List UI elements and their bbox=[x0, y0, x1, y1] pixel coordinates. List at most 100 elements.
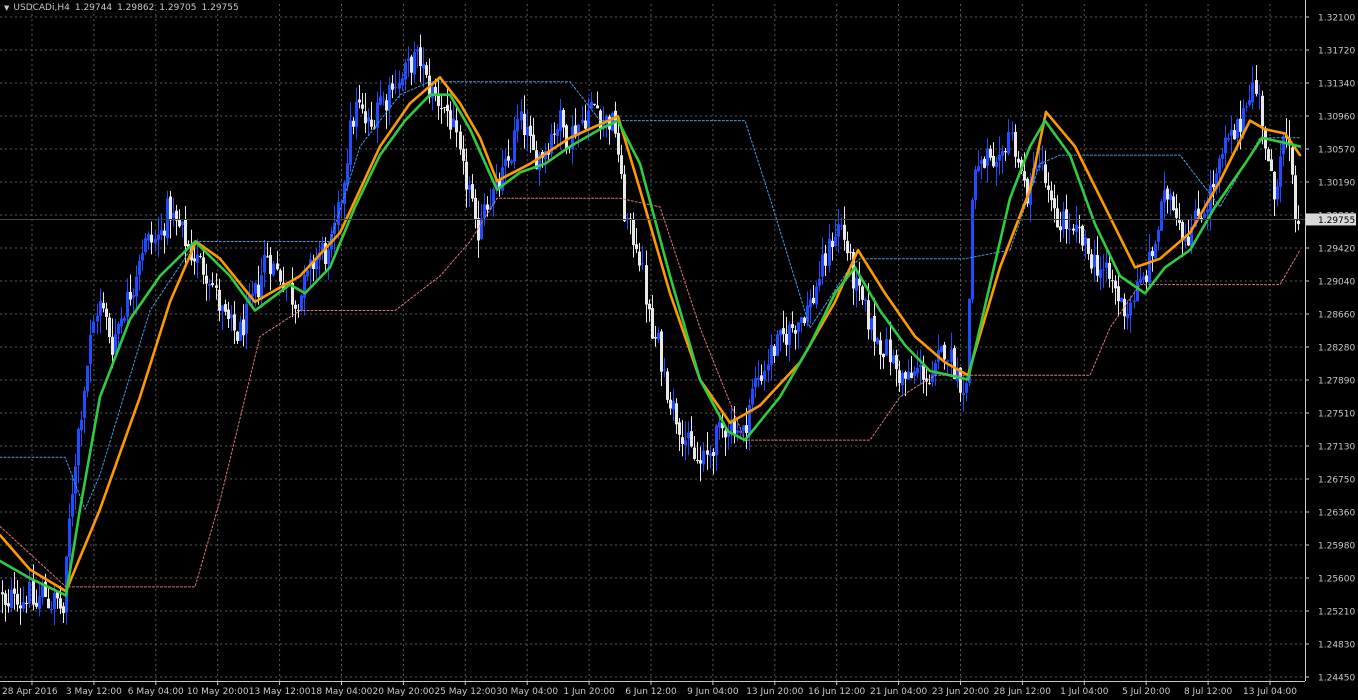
bull-candle bbox=[1133, 300, 1136, 303]
bear-candle bbox=[227, 309, 230, 320]
bear-candle bbox=[257, 284, 260, 298]
bull-candle bbox=[684, 440, 687, 446]
bear-candle bbox=[696, 460, 699, 462]
bull-candle bbox=[263, 254, 266, 273]
bull-candle bbox=[1011, 132, 1014, 134]
bull-candle bbox=[763, 370, 766, 380]
bear-candle bbox=[584, 120, 587, 129]
bull-candle bbox=[74, 466, 77, 494]
time-tick-label: 16 Jun 12:00 bbox=[808, 687, 865, 697]
bull-candle bbox=[382, 98, 385, 100]
price-tick-label: 1.24830 bbox=[1318, 641, 1355, 651]
bear-candle bbox=[678, 422, 681, 435]
bull-candle bbox=[53, 592, 56, 610]
bear-candle bbox=[184, 219, 187, 247]
bear-candle bbox=[1081, 225, 1084, 246]
bear-candle bbox=[773, 346, 776, 356]
bull-candle bbox=[114, 334, 117, 354]
bear-candle bbox=[882, 353, 885, 358]
price-chart[interactable]: 1.32100 1.31720 1.31340 1.30960 1.30570 1.301… bbox=[0, 0, 1358, 700]
bull-candle bbox=[1282, 136, 1285, 155]
bear-candle bbox=[1117, 286, 1120, 302]
bear-candle bbox=[236, 331, 239, 341]
bear-candle bbox=[443, 107, 446, 109]
bear-candle bbox=[102, 303, 105, 309]
bull-candle bbox=[306, 270, 309, 277]
price-tick-label: 1.28280 bbox=[1318, 344, 1355, 354]
bear-candle bbox=[1178, 219, 1181, 223]
bear-candle bbox=[352, 120, 355, 127]
bear-candle bbox=[364, 111, 367, 124]
bear-candle bbox=[105, 308, 108, 317]
bull-candle bbox=[718, 422, 721, 428]
bear-candle bbox=[434, 86, 437, 94]
bull-candle bbox=[92, 321, 95, 333]
bear-candle bbox=[449, 110, 452, 130]
bull-candle bbox=[22, 602, 25, 609]
bull-candle bbox=[520, 111, 523, 121]
bear-candle bbox=[904, 372, 907, 379]
bull-candle bbox=[452, 118, 455, 128]
bear-candle bbox=[532, 134, 535, 151]
bull-candle bbox=[422, 64, 425, 69]
bear-candle bbox=[1175, 208, 1178, 218]
bear-candle bbox=[279, 270, 282, 282]
bull-candle bbox=[239, 322, 242, 341]
bear-candle bbox=[294, 304, 297, 309]
bull-candle bbox=[950, 349, 953, 362]
bull-candle bbox=[272, 263, 275, 276]
bear-candle bbox=[169, 196, 172, 221]
bull-candle bbox=[513, 130, 516, 162]
bear-candle bbox=[7, 603, 10, 607]
bear-candle bbox=[654, 337, 657, 339]
bear-candle bbox=[25, 602, 28, 604]
bear-candle bbox=[645, 265, 648, 305]
bull-candle bbox=[800, 317, 803, 323]
bear-candle bbox=[370, 119, 373, 127]
price-tick-label: 1.30570 bbox=[1318, 146, 1355, 156]
bear-candle bbox=[910, 372, 913, 379]
bear-candle bbox=[898, 370, 901, 384]
bull-candle bbox=[971, 199, 974, 300]
bull-candle bbox=[1142, 276, 1145, 280]
bull-candle bbox=[641, 263, 644, 265]
bull-candle bbox=[132, 295, 135, 298]
bull-candle bbox=[1075, 224, 1078, 233]
bear-candle bbox=[385, 100, 388, 111]
bull-candle bbox=[407, 58, 410, 61]
bull-candle bbox=[1099, 269, 1102, 278]
bull-candle bbox=[77, 428, 80, 466]
bull-candle bbox=[367, 117, 370, 122]
bull-candle bbox=[770, 345, 773, 365]
bear-candle bbox=[712, 452, 715, 456]
bull-candle bbox=[138, 260, 141, 276]
bear-candle bbox=[19, 605, 22, 609]
bull-candle bbox=[998, 154, 1001, 161]
bear-candle bbox=[202, 257, 205, 275]
bull-candle bbox=[1139, 279, 1142, 283]
bull-candle bbox=[28, 581, 31, 604]
bear-candle bbox=[1297, 220, 1300, 224]
bull-candle bbox=[1221, 153, 1224, 159]
bull-candle bbox=[809, 299, 812, 308]
bear-candle bbox=[861, 286, 864, 300]
bull-candle bbox=[83, 390, 86, 418]
bear-candle bbox=[1017, 158, 1020, 163]
time-tick-label: 6 May 04:00 bbox=[128, 687, 184, 697]
bear-candle bbox=[437, 94, 440, 107]
chart-window[interactable]: ▼ USDCADi,H4 1.29744 1.29862 1.29705 1.29755 … bbox=[0, 0, 1358, 700]
bear-candle bbox=[791, 324, 794, 328]
bull-candle bbox=[404, 62, 407, 80]
bear-candle bbox=[1056, 208, 1059, 228]
bear-candle bbox=[1212, 183, 1215, 188]
bear-candle bbox=[1, 592, 4, 595]
bear-candle bbox=[471, 184, 474, 199]
bear-candle bbox=[455, 120, 458, 133]
bull-candle bbox=[160, 230, 163, 236]
price-tick-label: 1.27890 bbox=[1318, 377, 1355, 387]
time-tick-label: 18 May 04:00 bbox=[311, 687, 373, 697]
bull-candle bbox=[71, 493, 74, 517]
bull-candle bbox=[1163, 190, 1166, 203]
bull-candle bbox=[99, 301, 102, 316]
bull-candle bbox=[516, 118, 519, 132]
